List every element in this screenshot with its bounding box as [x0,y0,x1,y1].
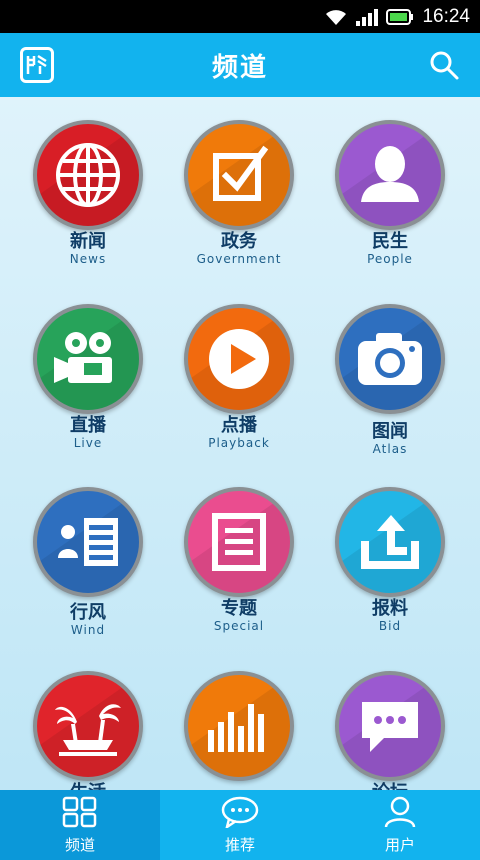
channel-stats[interactable] [164,671,314,790]
speech-bubble-icon [221,796,259,832]
channel-label-en: People [367,252,413,266]
contact-card-icon [33,487,143,597]
channel-label-en: Live [73,436,103,450]
channel-label-en: Bid [378,619,402,633]
channel-label-en: News [69,252,107,266]
channel-label-cn: 直播 [70,415,106,436]
status-bar: 16:24 [0,0,480,33]
channel-label-en: Atlas [372,442,408,456]
tab-label: 用户 [384,835,415,854]
app-header: 频道 [0,33,480,97]
channel-label-cn: 图闻 [372,421,408,442]
bar-chart-icon [184,671,294,781]
channel-label-en: Playback [208,436,270,450]
page-title: 频道 [211,52,268,83]
battery-icon [386,8,414,25]
channel-label-en: Special [213,619,265,633]
channel-label-cn: 点播 [221,415,257,436]
globe-icon [33,120,143,230]
tab-user[interactable]: 用户 [320,790,480,860]
search-icon[interactable] [428,49,460,81]
chat-bubble-icon [335,671,445,781]
channel-special[interactable]: 专题 Special [164,487,314,657]
wifi-icon [324,8,348,26]
channel-label-cn: 专题 [221,598,257,619]
channel-atlas[interactable]: 图闻 Atlas [315,304,465,474]
channel-label-cn: 生活 [70,783,106,791]
channel-label-cn: 新闻 [70,231,106,252]
upload-icon [335,487,445,597]
channel-label-cn: 报料 [372,598,408,619]
signal-icon [356,8,379,26]
checkbox-icon [184,120,294,230]
app-logo-icon[interactable] [20,47,54,83]
channel-label-en: Wind [70,623,106,637]
channel-label-en: Government [196,252,282,266]
channel-people[interactable]: 民生 People [315,120,465,290]
document-icon [184,487,294,597]
channel-label-cn: 论坛 [372,783,408,791]
channel-bid[interactable]: 报料 Bid [315,487,465,657]
channel-label-cn: 行风 [70,602,106,623]
channel-life[interactable]: 生活 [13,671,163,790]
user-icon [383,796,417,832]
channel-wind[interactable]: 行风 Wind [13,487,163,657]
play-icon [184,304,294,414]
tab-recommend[interactable]: 推荐 [160,790,320,860]
channel-forum[interactable]: 论坛 [315,671,465,790]
status-time: 16:24 [422,5,470,27]
channel-label-cn: 政务 [221,231,257,252]
palm-tree-icon [33,671,143,781]
person-icon [335,120,445,230]
tab-channels[interactable]: 频道 [0,790,160,860]
camera-icon [335,304,445,414]
channel-label-cn: 民生 [372,231,408,252]
grid-icon [62,796,98,832]
video-camera-icon [33,304,143,414]
tab-label: 频道 [64,835,95,854]
bottom-tab-bar: 频道 推荐 用户 [0,790,480,860]
channel-playback[interactable]: 点播 Playback [164,304,314,474]
tab-label: 推荐 [224,835,255,854]
channel-live[interactable]: 直播 Live [13,304,163,474]
channel-government[interactable]: 政务 Government [164,120,314,290]
channel-grid: 新闻 News 政务 Government 民生 People 直播 Live … [0,97,480,790]
channel-news[interactable]: 新闻 News [13,120,163,290]
